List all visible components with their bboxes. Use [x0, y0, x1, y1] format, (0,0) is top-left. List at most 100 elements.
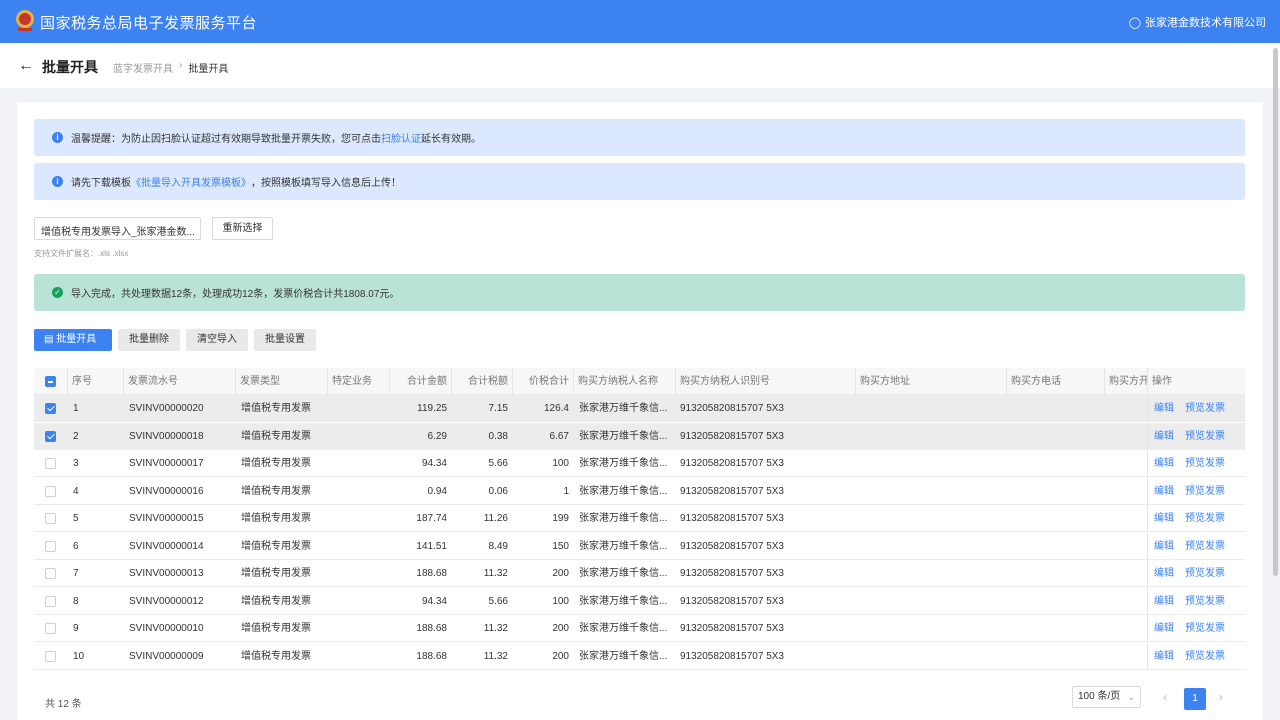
cell-type: 增值税专用发票 [241, 430, 311, 442]
table-row[interactable]: 10 SVINV00000009 增值税专用发票 188.68 11.32 200 张家港万… [34, 642, 1245, 670]
edit-link[interactable]: 编辑 [1154, 395, 1174, 422]
page-size-select[interactable]: 100 条/页 ⌄ [1072, 686, 1141, 708]
row-checkbox[interactable] [45, 650, 56, 662]
row-checkbox[interactable] [45, 595, 56, 607]
col-header-serial: 发票流水号 [123, 368, 235, 395]
preview-invoice-link[interactable]: 预览发票 [1185, 588, 1225, 615]
cell-buyer-name: 张家港万维千象信... [579, 623, 668, 634]
cell-actions: 编辑 预览发票 [1147, 477, 1245, 505]
preview-invoice-link[interactable]: 预览发票 [1185, 533, 1225, 560]
cell-buyer-name: 张家港万维千象信... [579, 403, 668, 414]
cell-type: 增值税专用发票 [241, 595, 311, 607]
preview-invoice-link[interactable]: 预览发票 [1185, 615, 1225, 642]
download-template-link[interactable]: 《批量导入开具发票模板》 [131, 174, 251, 189]
table-row[interactable]: 3 SVINV00000017 增值税专用发票 94.34 5.66 100 张家港万维千象… [34, 450, 1245, 477]
back-arrow-icon[interactable]: ← [18, 57, 34, 75]
col-header-buyer-bank: 购买方开 [1104, 368, 1147, 395]
edit-link[interactable]: 编辑 [1154, 505, 1174, 532]
table-row[interactable]: 6 SVINV00000014 增值税专用发票 141.51 8.49 150 张家港万维千… [34, 532, 1245, 560]
table-row[interactable]: 4 SVINV00000016 增值税专用发票 0.94 0.06 1 张家港万维千象信..… [34, 477, 1245, 505]
preview-invoice-link[interactable]: 预览发票 [1185, 478, 1225, 505]
cell-no: 2 [73, 430, 79, 442]
uploaded-file-name: 增值税专用发票导入_张家港金数... [34, 217, 201, 240]
cell-total: 200 [552, 623, 569, 634]
next-page-icon[interactable]: › [1219, 690, 1223, 704]
batch-settings-button[interactable]: 批量设置 [254, 329, 316, 351]
cell-type: 增值税专用发票 [241, 568, 311, 579]
cell-serial: SVINV00000013 [129, 568, 204, 579]
template-alert: i 请先下载模板 《批量导入开具发票模板》 ，按照模板填写导入信息后上传！ [34, 163, 1245, 200]
table-row[interactable]: 7 SVINV00000013 增值税专用发票 188.68 11.32 200 张家港万维… [34, 560, 1245, 587]
preview-invoice-link[interactable]: 预览发票 [1185, 560, 1225, 587]
page-scrollbar[interactable] [1273, 48, 1278, 576]
cell-buyer-name: 张家港万维千象信... [579, 540, 668, 552]
row-checkbox[interactable] [45, 485, 56, 497]
cell-buyer-taxid: 913205820815707 5X3 [680, 623, 784, 634]
cell-actions: 编辑 预览发票 [1147, 450, 1245, 476]
cell-serial: SVINV00000018 [129, 430, 204, 442]
batch-delete-button[interactable]: 批量删除 [118, 329, 180, 351]
cell-actions: 编辑 预览发票 [1147, 587, 1245, 615]
import-result-text: 导入完成，共处理数据12条，处理成功12条，发票价税合计共1808.07元。 [71, 289, 400, 300]
cell-buyer-name: 张家港万维千象信... [579, 513, 668, 524]
table-row[interactable]: 2 SVINV00000018 增值税专用发票 6.29 0.38 6.67 张家港万维千象… [34, 422, 1245, 450]
row-checkbox[interactable] [45, 540, 56, 552]
cell-type: 增值税专用发票 [241, 485, 311, 497]
preview-invoice-link[interactable]: 预览发票 [1185, 423, 1225, 450]
cell-actions: 编辑 预览发票 [1147, 642, 1245, 670]
breadcrumb-item-blue-invoice[interactable]: 蓝字发票开具 [113, 60, 173, 75]
reselect-button[interactable]: 重新选择 [212, 217, 273, 240]
preview-invoice-link[interactable]: 预览发票 [1185, 643, 1225, 670]
file-extension-hint: 支持文件扩展名：.xls .xlsx [34, 249, 129, 258]
cell-buyer-taxid: 913205820815707 5X3 [680, 513, 784, 524]
cell-buyer-taxid: 913205820815707 5X3 [680, 568, 784, 579]
table-row[interactable]: 1 SVINV00000020 增值税专用发票 119.25 7.15 126.4 张家港万… [34, 395, 1245, 422]
edit-link[interactable]: 编辑 [1154, 450, 1174, 477]
preview-invoice-link[interactable]: 预览发票 [1185, 450, 1225, 477]
row-checkbox[interactable] [45, 430, 56, 442]
col-header-no: 序号 [67, 368, 123, 395]
cell-total: 200 [552, 568, 569, 579]
batch-issue-button[interactable]: ▤ 批量开具 [34, 329, 112, 351]
edit-link[interactable]: 编辑 [1154, 588, 1174, 615]
edit-link[interactable]: 编辑 [1154, 643, 1174, 670]
select-all-checkbox[interactable] [45, 376, 56, 387]
row-checkbox[interactable] [45, 623, 56, 634]
cell-no: 8 [73, 595, 79, 607]
cell-amount: 188.68 [416, 568, 447, 579]
table-row[interactable]: 9 SVINV00000010 增值税专用发票 188.68 11.32 200 张家港万维… [34, 615, 1245, 642]
preview-invoice-link[interactable]: 预览发票 [1185, 505, 1225, 532]
table-row[interactable]: 5 SVINV00000015 增值税专用发票 187.74 11.26 199 张家港万维… [34, 505, 1245, 532]
cell-tax: 7.15 [488, 403, 508, 414]
row-checkbox[interactable] [45, 513, 56, 524]
cell-serial: SVINV00000017 [129, 458, 204, 469]
row-checkbox[interactable] [45, 403, 56, 414]
edit-link[interactable]: 编辑 [1154, 533, 1174, 560]
cell-type: 增值税专用发票 [241, 403, 311, 414]
user-menu[interactable]: ◯ 张家港金数技术有限公司 [1129, 14, 1266, 30]
prev-page-icon[interactable]: ‹ [1163, 690, 1167, 704]
user-name: 张家港金数技术有限公司 [1145, 17, 1266, 29]
table-row[interactable]: 8 SVINV00000012 增值税专用发票 94.34 5.66 100 张家港万维千象… [34, 587, 1245, 615]
cell-buyer-taxid: 913205820815707 5X3 [680, 650, 784, 662]
row-checkbox[interactable] [45, 568, 56, 579]
edit-link[interactable]: 编辑 [1154, 478, 1174, 505]
cell-no: 6 [73, 540, 79, 552]
chevron-down-icon: ⌄ [1127, 692, 1135, 702]
document-icon: ▤ [44, 334, 57, 345]
edit-link[interactable]: 编辑 [1154, 615, 1174, 642]
cell-total: 100 [552, 458, 569, 469]
face-auth-link[interactable]: 扫脸认证 [381, 130, 421, 145]
edit-link[interactable]: 编辑 [1154, 560, 1174, 587]
cell-amount: 188.68 [416, 650, 447, 662]
page-number-current[interactable]: 1 [1184, 688, 1206, 710]
clear-import-button[interactable]: 清空导入 [186, 329, 248, 351]
cell-total: 1 [563, 485, 569, 497]
page-header: ← 批量开具 蓝字发票开具 › 批量开具 [0, 43, 1280, 88]
row-checkbox[interactable] [45, 458, 56, 469]
cell-no: 1 [73, 403, 79, 414]
edit-link[interactable]: 编辑 [1154, 423, 1174, 450]
cell-buyer-taxid: 913205820815707 5X3 [680, 595, 784, 607]
preview-invoice-link[interactable]: 预览发票 [1185, 395, 1225, 422]
cell-actions: 编辑 预览发票 [1147, 560, 1245, 586]
